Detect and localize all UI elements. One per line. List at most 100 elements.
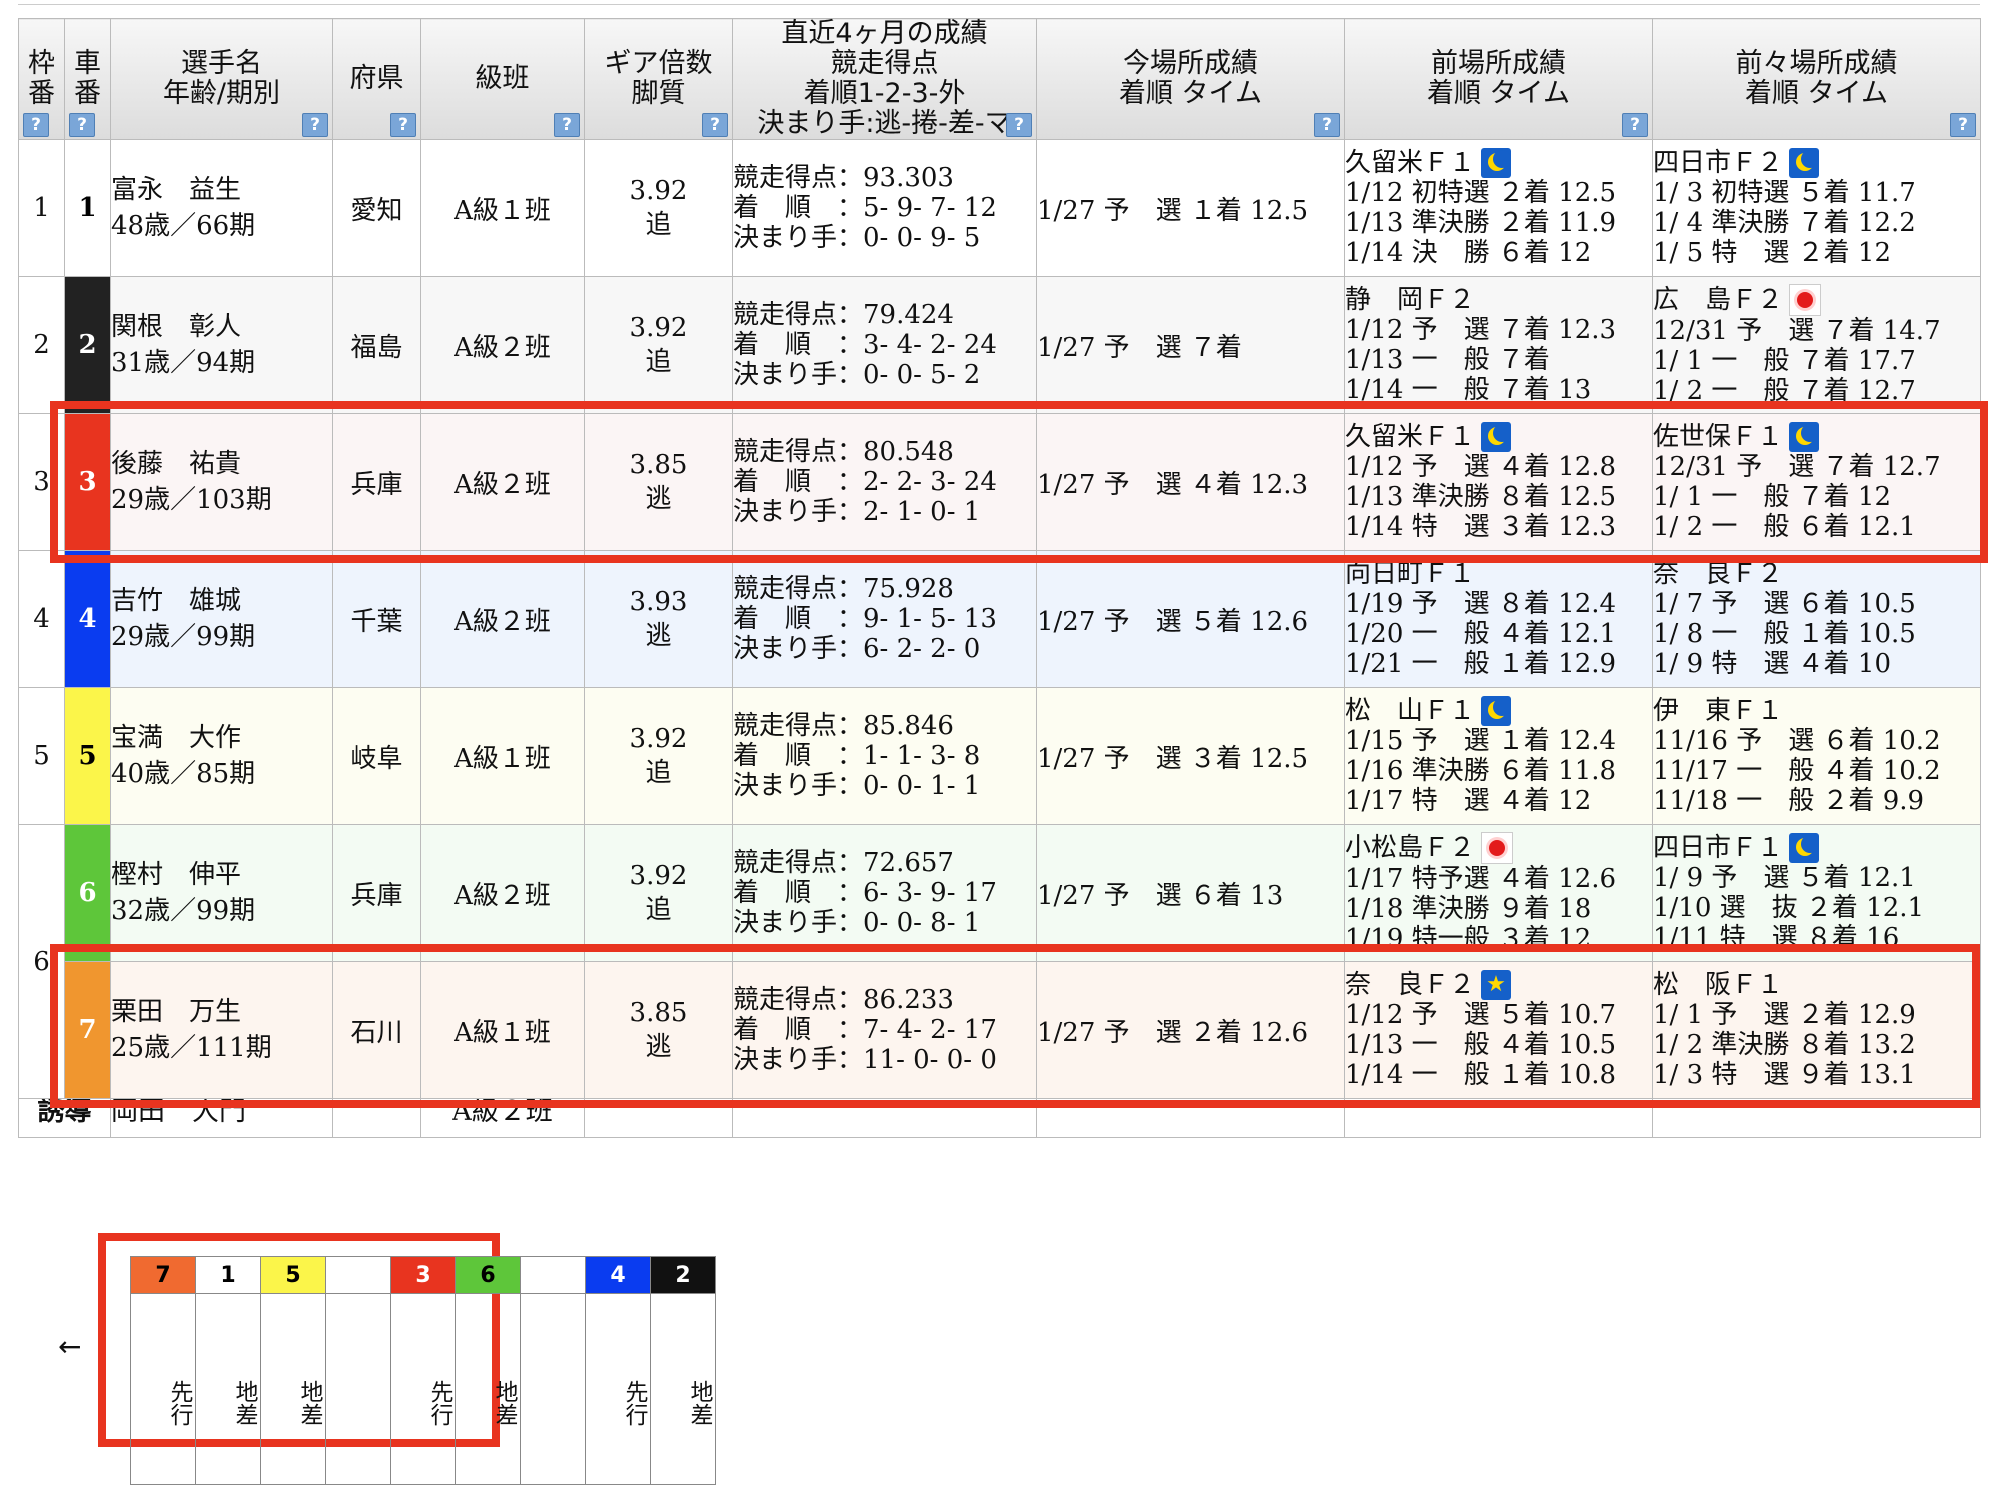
bike-number: 6 xyxy=(78,878,97,908)
prev-meet-cell: 久留米Ｆ１ 1/12 初特選 ２着 12.5 1/13 準決勝 ２着 11.9 1/1… xyxy=(1344,139,1653,277)
current-meet-result: 1/27 予 選 ６着 13 xyxy=(1037,880,1284,911)
line-bike-number: 4 xyxy=(585,1256,651,1294)
gear-ratio: 3.85 xyxy=(629,998,688,1028)
riding-style: 追 xyxy=(645,210,672,240)
prev-result-line: 1/16 準決勝 ６着 11.8 xyxy=(1345,756,1617,786)
rider-name[interactable]: 関根 彰人 xyxy=(111,309,332,345)
riding-style: 逃 xyxy=(645,484,672,514)
bike-number-cell: 1 xyxy=(64,139,111,277)
rider-name-cell[interactable]: 樫村 伸平 32歳／99期 xyxy=(110,824,333,962)
rider-name-cell[interactable]: 栗田 万生 25歳／111期 xyxy=(110,961,333,1099)
prev-meet-place: 小松島Ｆ２ xyxy=(1345,833,1476,863)
header-gear: ギア倍数 脚質? xyxy=(584,18,733,140)
bike-number: 5 xyxy=(78,741,97,771)
current-meet-cell: 1/27 予 選 １着 12.5 xyxy=(1036,139,1345,277)
prefecture-cell: 石川 xyxy=(332,961,421,1099)
prev2-result-line: 12/31 予 選 ７着 14.7 xyxy=(1653,316,1941,346)
line-number-row: 715 36 42 xyxy=(130,1256,716,1294)
help-icon[interactable]: ? xyxy=(1622,113,1648,137)
rider-class: A級２班 xyxy=(454,880,551,911)
prev2-meet-cell: 松 阪Ｆ１ 1/ 1 予 選 ２着 12.9 1/ 2 準決勝 ８着 13.2 1/ … xyxy=(1652,961,1981,1099)
header-pref-label: 府県 xyxy=(349,63,404,94)
rider-class: A級１班 xyxy=(454,195,551,226)
header-prev-label: 前場所成績 着順 タイム xyxy=(1426,48,1571,109)
header-class-label: 級班 xyxy=(475,63,530,94)
line-tactic-row: 先行 地差 地差 先行 地差 先行 地差 xyxy=(130,1293,716,1485)
waku-number: 6 xyxy=(33,946,50,977)
riding-style: 追 xyxy=(645,758,672,788)
help-icon[interactable]: ? xyxy=(1950,113,1976,137)
night-race-moon-icon xyxy=(1789,422,1820,452)
help-icon[interactable]: ? xyxy=(69,113,95,137)
prev2-meet-cell: 佐世保Ｆ１ 12/31 予 選 ７着 12.7 1/ 1 一 般 ７着 12 1/ 2… xyxy=(1652,413,1981,551)
prev2-meet-cell: 広 島Ｆ２ 12/31 予 選 ７着 14.7 1/ 1 一 般 ７着 17.7 1/… xyxy=(1652,276,1981,414)
line-direction-arrow: ← xyxy=(58,1330,82,1363)
finish-order-counts: 着 順 ：3- 4- 2- 24 xyxy=(733,330,997,360)
line-bike-number: 2 xyxy=(650,1256,716,1294)
prev-result-line: 1/15 予 選 １着 12.4 xyxy=(1345,726,1617,756)
class-cell: A級１班 xyxy=(420,687,585,825)
prev2-result-line: 1/ 1 一 般 ７着 17.7 xyxy=(1653,346,1916,376)
prev2-result-line: 1/10 選 抜 ２着 12.1 xyxy=(1653,893,1925,923)
winning-move-counts: 決まり手：0- 0- 1- 1 xyxy=(733,771,981,801)
gear-ratio: 3.93 xyxy=(629,587,688,617)
help-icon[interactable]: ? xyxy=(1314,113,1340,137)
line-tactic: 地差 xyxy=(650,1293,716,1485)
race-score: 競走得点：93.303 xyxy=(733,163,954,193)
prev-meet-cell: 向日町Ｆ１ 1/19 予 選 ８着 12.4 1/20 一 般 ４着 12.1 1/2… xyxy=(1344,550,1653,688)
waku-number: 4 xyxy=(33,604,50,634)
prefecture: 愛知 xyxy=(350,195,403,226)
prev2-result-line: 11/16 予 選 ６着 10.2 xyxy=(1653,726,1941,756)
rider-name[interactable]: 栗田 万生 xyxy=(111,994,332,1030)
help-icon[interactable]: ? xyxy=(23,113,49,137)
rider-name-cell[interactable]: 後藤 祐貴 29歳／103期 xyxy=(110,413,333,551)
rider-name[interactable]: 宝満 大作 xyxy=(111,720,332,756)
rider-name[interactable]: 富永 益生 xyxy=(111,172,332,208)
help-icon[interactable]: ? xyxy=(302,113,328,137)
header-recent: 直近4ヶ月の成績 競走得点 着順1-2-3-外 決まり手:逃-捲-差-マ? xyxy=(732,18,1037,140)
prefecture: 石川 xyxy=(350,1017,403,1048)
prev2-result-line: 1/ 7 予 選 ６着 10.5 xyxy=(1653,589,1916,619)
help-icon[interactable]: ? xyxy=(554,113,580,137)
night-race-moon-icon xyxy=(1789,833,1820,863)
winning-move-counts: 決まり手：0- 0- 8- 1 xyxy=(733,908,981,938)
gear-ratio: 3.92 xyxy=(629,724,688,754)
header-recent-label: 直近4ヶ月の成績 競走得点 着順1-2-3-外 決まり手:逃-捲-差-マ xyxy=(757,18,1012,139)
gear-cell: 3.92 追 xyxy=(584,687,733,825)
header-waku: 枠 番? xyxy=(18,18,65,140)
rider-name[interactable]: 後藤 祐貴 xyxy=(111,446,332,482)
rider-name-cell[interactable]: 富永 益生 48歳／66期 xyxy=(110,139,333,277)
prev2-result-line: 11/18 一 般 ２着 9.9 xyxy=(1653,786,1925,816)
prev-result-line: 1/12 初特選 ２着 12.5 xyxy=(1345,178,1617,208)
guide-empty-cell xyxy=(1344,1098,1653,1138)
rider-name-cell[interactable]: 関根 彰人 31歳／94期 xyxy=(110,276,333,414)
help-icon[interactable]: ? xyxy=(702,113,728,137)
rider-age-term: 40歳／85期 xyxy=(111,759,256,789)
recent-record-cell: 競走得点：80.548 着 順 ：2- 2- 3- 24 決まり手：2- 1- 0-… xyxy=(732,413,1037,551)
race-score: 競走得点：79.424 xyxy=(733,300,954,330)
rider-age-term: 29歳／99期 xyxy=(111,622,256,652)
guide-empty-cell xyxy=(1036,1098,1345,1138)
header-pref: 府県? xyxy=(332,18,421,140)
help-icon[interactable]: ? xyxy=(1006,113,1032,137)
rider-name-cell[interactable]: 宝満 大作 40歳／85期 xyxy=(110,687,333,825)
current-meet-result: 1/27 予 選 ５着 12.6 xyxy=(1037,606,1309,637)
line-bike-number: 3 xyxy=(390,1256,456,1294)
class-cell: A級１班 xyxy=(420,961,585,1099)
rider-class: A級１班 xyxy=(454,743,551,774)
line-tactic: 地差 xyxy=(195,1293,261,1485)
prefecture-cell: 兵庫 xyxy=(332,824,421,962)
recent-record-cell: 競走得点：72.657 着 順 ：6- 3- 9- 17 決まり手：0- 0- 8-… xyxy=(732,824,1037,962)
help-icon[interactable]: ? xyxy=(390,113,416,137)
guide-empty-cell xyxy=(1652,1098,1981,1138)
rider-name[interactable]: 吉竹 雄城 xyxy=(111,583,332,619)
prev2-result-line: 1/11 特 選 ８着 16 xyxy=(1653,923,1900,953)
winning-move-counts: 決まり手：6- 2- 2- 0 xyxy=(733,634,981,664)
rider-row: 1 1 富永 益生 48歳／66期 愛知 A級１班 3.92 追 競走得点：93.3… xyxy=(18,139,1981,277)
prev-meet-place: 久留米Ｆ１ xyxy=(1345,148,1476,178)
bike-number-cell: 4 xyxy=(64,550,111,688)
rider-name-cell[interactable]: 吉竹 雄城 29歳／99期 xyxy=(110,550,333,688)
rider-name[interactable]: 樫村 伸平 xyxy=(111,857,332,893)
header-sha-label: 車 番 xyxy=(74,48,101,109)
prev2-result-line: 1/ 5 特 選 ２着 12 xyxy=(1653,238,1891,268)
